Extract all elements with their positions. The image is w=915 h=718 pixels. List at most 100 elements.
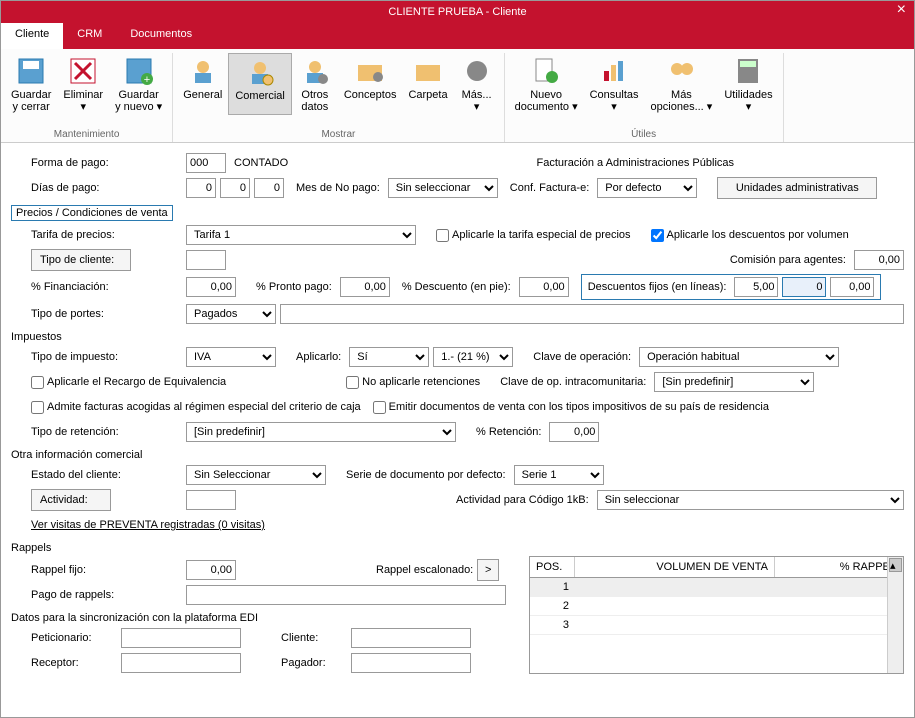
consultas-button[interactable]: Consultas ▾ <box>584 53 645 115</box>
col-rappel[interactable]: % RAPPEL <box>775 557 903 577</box>
estado-select[interactable]: Sin Seleccionar <box>186 465 326 485</box>
person-gear-icon <box>299 55 331 87</box>
delete-icon <box>67 55 99 87</box>
group-utiles: Útiles <box>631 127 656 142</box>
financiacion-input[interactable] <box>186 277 236 297</box>
general-button[interactable]: General <box>177 53 228 115</box>
pagador-label: Pagador: <box>281 657 351 669</box>
emitir-doc-label: Emitir documentos de venta con los tipos… <box>389 401 769 413</box>
main-tabs: Cliente CRM Documentos <box>1 23 914 49</box>
col-pos[interactable]: POS. <box>530 557 575 577</box>
cliente-input[interactable] <box>351 628 471 648</box>
actividad-input[interactable] <box>186 490 236 510</box>
rappel-table: POS. VOLUMEN DE VENTA % RAPPEL 1 2 3 ▴ <box>529 556 904 674</box>
dias-pago-2[interactable] <box>220 178 250 198</box>
conceptos-button[interactable]: Conceptos <box>338 53 403 115</box>
group-mostrar: Mostrar <box>321 127 355 142</box>
peticionario-input[interactable] <box>121 628 241 648</box>
rappel-fijo-input[interactable] <box>186 560 236 580</box>
delete-button[interactable]: Eliminar ▾ <box>57 53 109 115</box>
tab-cliente[interactable]: Cliente <box>1 23 63 49</box>
save-close-button[interactable]: Guardar y cerrar <box>5 53 57 115</box>
tab-documentos[interactable]: Documentos <box>116 23 206 49</box>
desc-pie-label: % Descuento (en pie): <box>402 281 511 293</box>
serie-select[interactable]: Serie 1 <box>514 465 604 485</box>
peticionario-label: Peticionario: <box>31 632 121 644</box>
document-plus-icon <box>530 55 562 87</box>
clave-intra-select[interactable]: [Sin predefinir] <box>654 372 814 392</box>
tarifa-especial-check[interactable] <box>436 229 449 242</box>
tipo-retencion-select[interactable]: [Sin predefinir] <box>186 422 456 442</box>
criterio-caja-label: Admite facturas acogidas al régimen espe… <box>47 401 361 413</box>
tipo-cliente-input[interactable] <box>186 250 226 270</box>
desc-volumen-label: Aplicarle los descuentos por volumen <box>667 229 849 241</box>
iva-select[interactable]: 1.- (21 %) <box>433 347 513 367</box>
table-row[interactable]: 1 <box>530 578 903 597</box>
save-new-button[interactable]: +Guardar y nuevo ▾ <box>109 53 168 115</box>
receptor-input[interactable] <box>121 653 241 673</box>
comercial-button[interactable]: Comercial <box>228 53 292 115</box>
act-1kb-select[interactable]: Sin seleccionar <box>597 490 904 510</box>
desc-fijos-1[interactable] <box>734 277 778 297</box>
recargo-check[interactable] <box>31 376 44 389</box>
nuevo-doc-button[interactable]: Nuevo documento ▾ <box>509 53 584 115</box>
mes-no-pago-select[interactable]: Sin seleccionar <box>388 178 498 198</box>
dias-pago-3[interactable] <box>254 178 284 198</box>
fact-admin-label: Facturación a Administraciones Públicas <box>537 157 734 169</box>
tipo-portes-select[interactable]: Pagados <box>186 304 276 324</box>
serie-label: Serie de documento por defecto: <box>346 469 506 481</box>
forma-pago-input[interactable] <box>186 153 226 173</box>
no-retenciones-check[interactable] <box>346 376 359 389</box>
tipo-cliente-button[interactable]: Tipo de cliente: <box>31 249 131 271</box>
desc-pie-input[interactable] <box>519 277 569 297</box>
comision-input[interactable] <box>854 250 904 270</box>
chart-icon <box>598 55 630 87</box>
tab-crm[interactable]: CRM <box>63 23 116 49</box>
mas-button[interactable]: Más... ▾ <box>454 53 500 115</box>
rappel-esc-button[interactable]: > <box>477 559 499 581</box>
more-gear-icon <box>461 55 493 87</box>
desc-fijos-label: Descuentos fijos (en líneas): <box>588 281 727 293</box>
pronto-pago-input[interactable] <box>340 277 390 297</box>
emitir-doc-check[interactable] <box>373 401 386 414</box>
clave-op-select[interactable]: Operación habitual <box>639 347 839 367</box>
desc-volumen-check[interactable] <box>651 229 664 242</box>
tarifa-label: Tarifa de precios: <box>31 229 186 241</box>
pago-rappels-label: Pago de rappels: <box>31 589 186 601</box>
receptor-label: Receptor: <box>31 657 121 669</box>
aplicarlo-select[interactable]: Sí <box>349 347 429 367</box>
tarifa-especial-label: Aplicarle la tarifa especial de precios <box>452 229 631 241</box>
window-title: CLIENTE PRUEBA - Cliente <box>388 6 526 18</box>
visitas-link[interactable]: Ver visitas de PREVENTA registradas (0 v… <box>31 519 265 531</box>
actividad-button[interactable]: Actividad: <box>31 489 111 511</box>
scrollbar[interactable]: ▴ <box>887 557 903 673</box>
titlebar: CLIENTE PRUEBA - Cliente × <box>1 1 914 23</box>
tarifa-select[interactable]: Tarifa 1 <box>186 225 416 245</box>
pago-rappels-input[interactable] <box>186 585 506 605</box>
table-row[interactable]: 3 <box>530 616 903 635</box>
conf-fact-select[interactable]: Por defecto <box>597 178 697 198</box>
folder-gear-icon <box>354 55 386 87</box>
desc-fijos-2[interactable] <box>782 277 826 297</box>
utilidades-button[interactable]: Utilidades ▾ <box>718 53 778 115</box>
unidades-admin-button[interactable]: Unidades administrativas <box>717 177 877 199</box>
tipo-impuesto-label: Tipo de impuesto: <box>31 351 186 363</box>
rappels-header: Rappels <box>11 542 904 554</box>
tipo-portes-text[interactable] <box>280 304 904 324</box>
act-1kb-label: Actividad para Código 1kB: <box>456 494 589 506</box>
desc-fijos-3[interactable] <box>830 277 874 297</box>
pagador-input[interactable] <box>351 653 471 673</box>
mas-opciones-button[interactable]: Más opciones... ▾ <box>645 53 719 115</box>
dias-pago-1[interactable] <box>186 178 216 198</box>
carpeta-button[interactable]: Carpeta <box>402 53 453 115</box>
tipo-impuesto-select[interactable]: IVA <box>186 347 276 367</box>
impuestos-header: Impuestos <box>11 331 904 343</box>
edi-header: Datos para la sincronización con la plat… <box>11 612 521 624</box>
criterio-caja-check[interactable] <box>31 401 44 414</box>
otros-datos-button[interactable]: Otros datos <box>292 53 338 115</box>
close-icon[interactable]: × <box>897 1 906 19</box>
cliente-label: Cliente: <box>281 632 351 644</box>
pct-retencion-input[interactable] <box>549 422 599 442</box>
table-row[interactable]: 2 <box>530 597 903 616</box>
col-volumen[interactable]: VOLUMEN DE VENTA <box>575 557 775 577</box>
